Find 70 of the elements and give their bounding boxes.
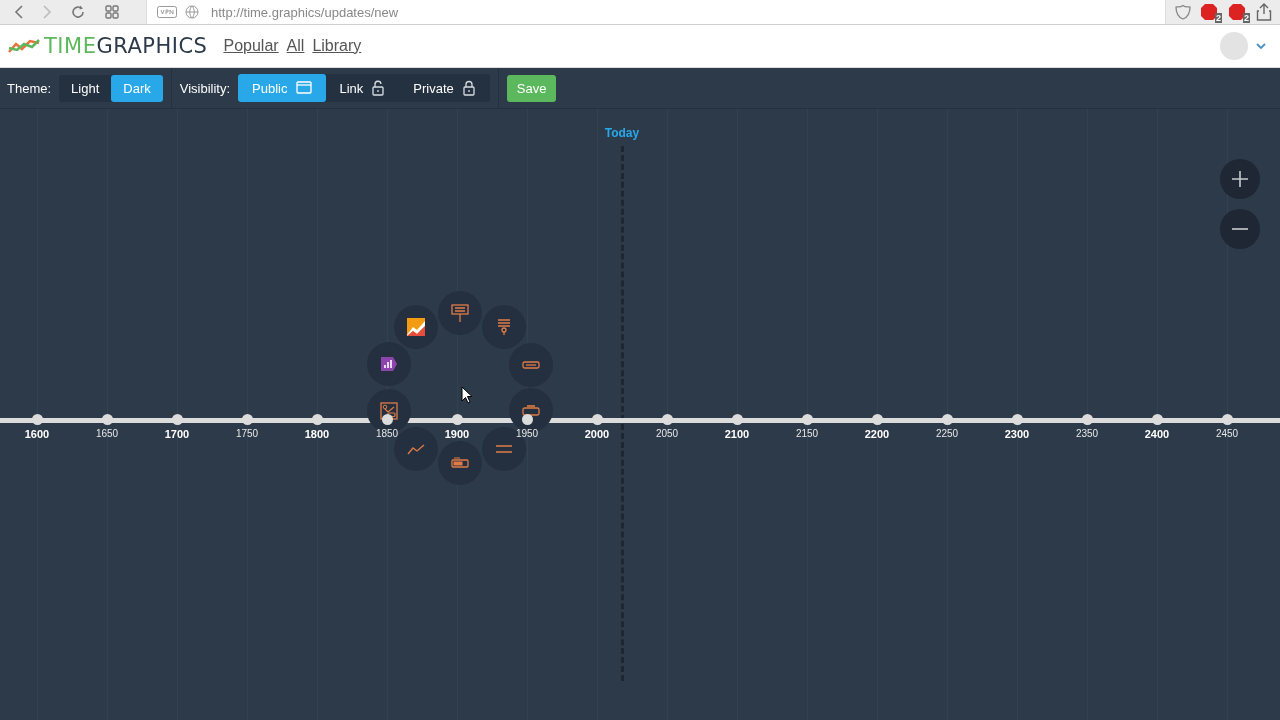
share-icon[interactable] (1256, 3, 1272, 21)
timeline-dot[interactable] (731, 414, 743, 425)
year-label: 2250 (935, 428, 959, 439)
timeline-dot[interactable] (1151, 414, 1163, 425)
extension-icon[interactable] (1200, 3, 1218, 21)
timeline-dot[interactable] (31, 414, 43, 425)
timeline-dot[interactable] (871, 414, 883, 425)
year-label: 2400 (1144, 428, 1170, 440)
year-label: 2300 (1004, 428, 1030, 440)
timeline-dot[interactable] (801, 414, 813, 425)
plus-icon (1231, 170, 1249, 188)
timeline-dot[interactable] (311, 414, 323, 425)
timeline-dot[interactable] (591, 414, 603, 425)
timeline-dot[interactable] (941, 414, 953, 425)
year-label: 2000 (584, 428, 610, 440)
timeline-dot[interactable] (1011, 414, 1023, 425)
timeline-dot[interactable] (241, 414, 253, 425)
year-label: 2200 (864, 428, 890, 440)
address-bar[interactable]: http://time.graphics/updates/new (146, 0, 1166, 24)
year-label: 2350 (1075, 428, 1099, 439)
window-icon (295, 80, 312, 96)
extension-badge: 2 (1215, 13, 1222, 23)
extension-badge: 2 (1243, 13, 1250, 23)
back-icon[interactable] (14, 5, 24, 19)
vpn-badge-icon[interactable] (157, 6, 177, 18)
year-label: 1950 (515, 428, 539, 439)
nav-link[interactable]: All (286, 37, 305, 55)
year-label: 1850 (375, 428, 399, 439)
cursor-icon (461, 386, 473, 404)
reload-icon[interactable] (70, 4, 86, 20)
zoom-in-button[interactable] (1220, 159, 1260, 199)
today-label: Today (604, 126, 640, 140)
chart-card-icon (379, 401, 399, 421)
year-label: 2450 (1215, 428, 1239, 439)
visibility-option[interactable]: Link (325, 74, 400, 102)
logo-text[interactable]: TIMEGRAPHICS (44, 34, 208, 58)
unlocked-padlock-icon (371, 80, 386, 96)
theme-option[interactable]: Light (59, 74, 112, 102)
timeline-dot[interactable] (661, 414, 673, 425)
timeline-dot[interactable] (1221, 414, 1233, 425)
year-label: 1700 (164, 428, 190, 440)
year-label: 1600 (24, 428, 50, 440)
url-text: http://time.graphics/updates/new (211, 4, 399, 20)
grid-icon[interactable] (104, 4, 120, 20)
year-label: 1800 (304, 428, 330, 440)
nav-link[interactable]: Popular (223, 37, 279, 55)
year-label: 2050 (655, 428, 679, 439)
timeline-dot[interactable] (171, 414, 183, 425)
padlock-icon (461, 80, 476, 96)
timeline-dot[interactable] (101, 414, 113, 425)
trend-chart-icon (406, 317, 426, 337)
nav-link[interactable]: Library (312, 37, 362, 55)
chart-line-icon (8, 38, 40, 54)
timeline-dot[interactable] (451, 414, 463, 425)
year-label: 2150 (795, 428, 819, 439)
year-label: 2100 (724, 428, 750, 440)
extension-icon[interactable] (1228, 3, 1246, 21)
year-label: 1650 (95, 428, 119, 439)
visibility-label: Visibility: (179, 80, 231, 96)
globe-icon (185, 5, 199, 19)
minus-icon (1231, 228, 1249, 230)
radial-menu-button[interactable] (394, 305, 438, 349)
chevron-down-icon[interactable] (1256, 43, 1266, 49)
timeline-dot[interactable] (1081, 414, 1093, 425)
theme-label: Theme: (7, 80, 52, 96)
visibility-option[interactable]: Private (399, 74, 490, 102)
year-label: 1900 (444, 428, 470, 440)
signboard-icon (450, 303, 470, 323)
bar-chart-icon (379, 354, 399, 374)
year-label: 1750 (235, 428, 259, 439)
